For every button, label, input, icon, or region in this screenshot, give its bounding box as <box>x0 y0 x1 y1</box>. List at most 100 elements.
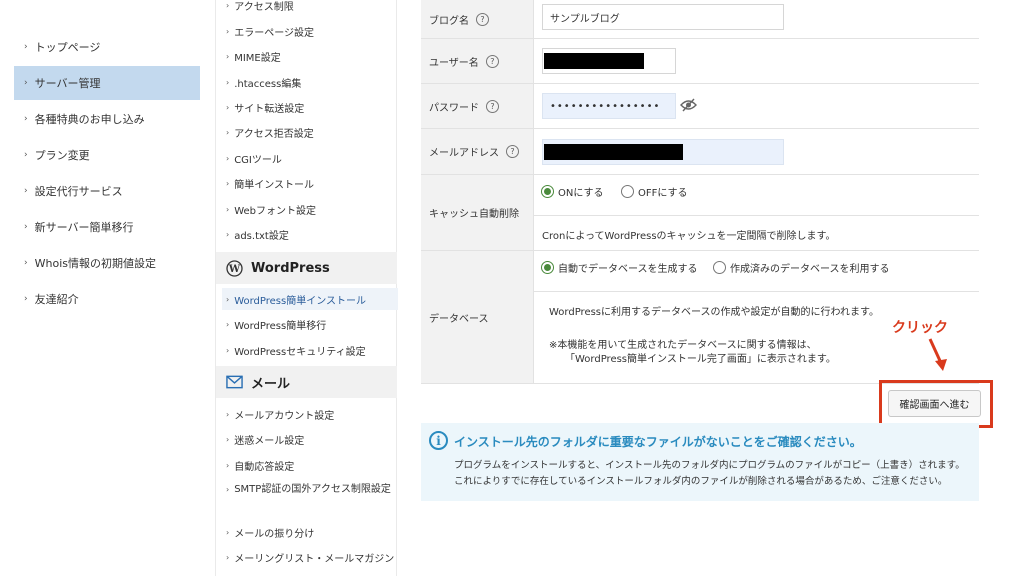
sub-nav-item[interactable]: › CGIツール <box>226 147 396 169</box>
sub-nav-item[interactable]: › WordPress簡単移行 <box>226 313 396 335</box>
info-line-1: プログラムをインストールすると、インストール先のフォルダ内にプログラムのファイル… <box>454 460 965 471</box>
mail-icon <box>226 374 243 391</box>
blog-name-label: ブログ名 <box>429 15 469 27</box>
sub-nav-item[interactable]: › Webフォント設定 <box>226 198 396 220</box>
sub-nav-item[interactable]: › WordPressセキュリティ設定 <box>226 339 396 361</box>
chevron-right-icon: › <box>24 222 28 232</box>
divider <box>534 215 979 216</box>
chevron-right-icon: › <box>226 527 230 537</box>
wordpress-icon: W <box>226 259 243 277</box>
db-auto-radio[interactable]: 自動でデータベースを生成する <box>541 260 698 275</box>
radio-selected-icon <box>541 185 554 198</box>
sub-nav-item[interactable]: › 簡単インストール <box>226 172 396 194</box>
left-nav-item[interactable]: › Whois情報の初期値設定 <box>14 246 200 280</box>
left-nav-item[interactable]: › 新サーバー簡単移行 <box>14 210 200 244</box>
chevron-right-icon: › <box>24 42 28 52</box>
eye-off-icon[interactable] <box>680 98 697 115</box>
radio-unselected-icon <box>713 261 726 274</box>
db-existing-radio[interactable]: 作成済みのデータベースを利用する <box>713 260 890 275</box>
chevron-right-icon: › <box>226 0 230 10</box>
sub-nav-item[interactable]: › 迷惑メール設定 <box>226 428 396 450</box>
cache-on-radio[interactable]: ONにする <box>541 184 603 199</box>
sub-nav-item[interactable]: › SMTP認証の国外アクセス制限設定 <box>226 480 396 514</box>
help-icon[interactable]: ? <box>476 12 489 26</box>
chevron-right-icon: › <box>24 78 28 88</box>
db-note-3: 「WordPress簡単インストール完了画面」に表示されます。 <box>565 354 836 365</box>
sub-nav-item[interactable]: › エラーページ設定 <box>226 20 396 42</box>
help-icon[interactable]: ? <box>486 99 499 113</box>
email-label: メールアドレス <box>429 148 499 159</box>
sub-nav-item-wordpress-install[interactable]: › WordPress簡単インストール <box>222 288 398 310</box>
password-row: パスワード? •••••••••••••••• <box>421 84 979 129</box>
sub-nav-item[interactable]: › ads.txt設定 <box>226 223 396 245</box>
username-input[interactable] <box>542 48 676 74</box>
blog-name-input[interactable]: サンプルブログ <box>542 4 784 30</box>
chevron-right-icon: › <box>24 114 28 124</box>
click-annotation-label: クリック <box>892 320 948 336</box>
help-icon[interactable]: ? <box>485 54 499 68</box>
info-title: インストール先のフォルダに重要なファイルがないことをご確認ください。 <box>454 435 862 449</box>
sub-nav-item[interactable]: › MIME設定 <box>226 45 396 67</box>
sub-nav-item[interactable]: › メールアカウント設定 <box>226 403 396 425</box>
radio-selected-icon <box>541 261 554 274</box>
chevron-right-icon: › <box>226 178 230 188</box>
divider <box>534 291 979 292</box>
chevron-right-icon: › <box>226 552 230 562</box>
database-label: データベース <box>429 313 489 325</box>
db-note-1: WordPressに利用するデータベースの作成や設定が自動的に行われます。 <box>549 307 880 318</box>
chevron-right-icon: › <box>226 102 230 112</box>
left-nav-item[interactable]: › 設定代行サービス <box>14 174 200 208</box>
db-note-2: ※本機能を用いて生成されたデータベースに関する情報は、 <box>549 340 817 351</box>
chevron-right-icon: › <box>226 460 230 470</box>
chevron-right-icon: › <box>226 294 230 304</box>
sub-nav-item[interactable]: › メーリングリスト・メールマガジン <box>226 546 396 568</box>
redaction-bar <box>544 144 683 160</box>
chevron-right-icon: › <box>226 229 230 239</box>
left-nav-item[interactable]: › 友達紹介 <box>14 282 200 316</box>
sub-nav-item[interactable]: › アクセス拒否設定 <box>226 121 396 143</box>
left-nav-item[interactable]: › プラン変更 <box>14 138 200 172</box>
info-line-2: これによりすでに存在しているインストールフォルダ内のファイルが削除される場合があ… <box>454 476 948 487</box>
wordpress-section-heading: W WordPress <box>216 252 397 284</box>
left-nav-item[interactable]: › トップページ <box>14 30 200 64</box>
chevron-right-icon: › <box>226 485 230 494</box>
chevron-right-icon: › <box>24 186 28 196</box>
sub-nav-item[interactable]: › 自動応答設定 <box>226 454 396 476</box>
chevron-right-icon: › <box>24 258 28 268</box>
chevron-right-icon: › <box>24 150 28 160</box>
chevron-right-icon: › <box>226 319 230 329</box>
chevron-right-icon: › <box>226 204 230 214</box>
blog-name-row: ブログ名? サンプルブログ <box>421 0 979 39</box>
cache-label: キャッシュ自動削除 <box>429 209 519 220</box>
left-nav-item-server-management[interactable]: › サーバー管理 <box>14 66 200 100</box>
left-nav: › トップページ › サーバー管理 › 各種特典のお申し込み › プラン変更 › 設定代行… <box>0 0 210 576</box>
sub-nav-item[interactable]: › メールの振り分け <box>226 521 396 543</box>
left-nav-item[interactable]: › 各種特典のお申し込み <box>14 102 200 136</box>
radio-unselected-icon <box>621 185 634 198</box>
username-label: ユーザー名 <box>429 57 479 69</box>
chevron-right-icon: › <box>226 51 230 61</box>
arrow-down-icon <box>928 338 947 371</box>
svg-text:W: W <box>228 264 241 275</box>
cache-row: キャッシュ自動削除 ONにする OFFにする CronによってWordPress… <box>421 175 979 251</box>
sub-nav-item[interactable]: › アクセス制限 <box>226 0 396 16</box>
email-input[interactable] <box>542 139 784 165</box>
password-label: パスワード <box>429 102 479 114</box>
info-icon: i <box>429 431 448 450</box>
sub-nav: › アクセス制限 › エラーページ設定 › MIME設定 › .htaccess編集 ›… <box>215 0 398 576</box>
email-row: メールアドレス? <box>421 129 979 175</box>
sub-nav-item[interactable]: › .htaccess編集 <box>226 71 396 93</box>
password-input[interactable]: •••••••••••••••• <box>542 93 676 119</box>
help-icon[interactable]: ? <box>506 145 519 158</box>
sub-nav-item[interactable]: › サイト転送設定 <box>226 96 396 118</box>
cache-note: CronによってWordPressのキャッシュを一定間隔で削除します。 <box>542 231 836 242</box>
chevron-right-icon: › <box>226 409 230 419</box>
chevron-right-icon: › <box>226 434 230 444</box>
chevron-right-icon: › <box>226 153 230 163</box>
redaction-bar <box>544 53 644 69</box>
cache-off-radio[interactable]: OFFにする <box>621 184 687 199</box>
confirm-button[interactable]: 確認画面へ進む <box>888 390 981 417</box>
chevron-right-icon: › <box>226 26 230 36</box>
mail-section-heading: メール <box>216 366 397 398</box>
chevron-right-icon: › <box>24 294 28 304</box>
